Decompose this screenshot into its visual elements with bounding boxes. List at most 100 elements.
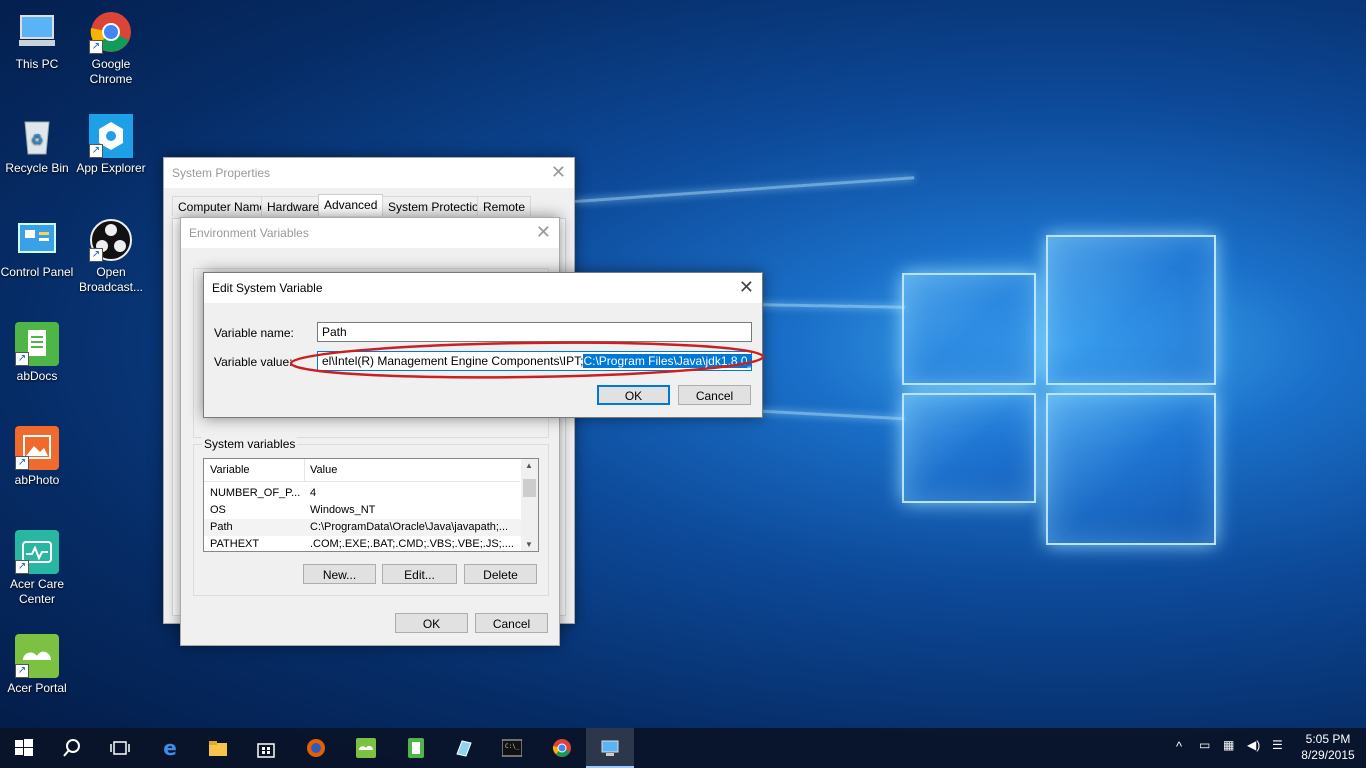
acer-portal-task-icon [356,738,376,758]
start-button[interactable] [0,728,48,768]
computer-icon [15,10,59,54]
store-taskbar-button[interactable] [242,728,290,768]
desktop-icon-obs[interactable]: ↗ Open Broadcast... [74,218,148,295]
search-icon [63,739,80,757]
svg-text:♻: ♻ [31,132,44,148]
scrollbar[interactable]: ▲ ▼ [521,459,538,551]
desktop-icon-acer-portal[interactable]: ↗ Acer Portal [0,634,74,696]
delete-button[interactable]: Delete [464,564,537,584]
file-explorer-taskbar-button[interactable] [194,728,242,768]
cell-value: Windows_NT [310,504,376,516]
window-title: Edit System Variable [212,281,323,295]
chrome-icon: ↗ [89,10,133,54]
desktop-icon-acer-care-center[interactable]: ↗ Acer Care Center [0,530,74,607]
firefox-taskbar-button[interactable] [292,728,340,768]
abdocs-task-icon [408,738,424,758]
tab-hardware[interactable]: Hardware [261,196,326,216]
tab-advanced[interactable]: Advanced [318,194,384,216]
chrome-taskbar-button[interactable] [538,728,586,768]
shortcut-arrow-icon: ↗ [89,144,103,158]
acer-portal-taskbar-button[interactable] [342,728,390,768]
desktop-icon-label: Recycle Bin [5,161,69,175]
table-row[interactable]: PATHEXT .COM;.EXE;.BAT;.CMD;.VBS;.VBE;.J… [204,536,524,551]
desktop-icon-label: App Explorer [76,161,146,175]
search-button[interactable] [48,728,96,768]
desktop-icon-label: abPhoto [14,473,60,487]
cell-value: C:\ProgramData\Oracle\Java\javapath;... [310,521,509,533]
action-center-icon[interactable]: ☰ [1272,738,1283,752]
tab-remote[interactable]: Remote [477,196,532,216]
variable-name-field[interactable]: Path [317,322,752,342]
cmd-taskbar-button[interactable]: C:\_ [488,728,536,768]
logo-pane [1046,393,1216,545]
close-icon[interactable]: ✕ [536,222,551,242]
tab-system-protection[interactable]: System Protection [382,196,492,216]
table-row-selected[interactable]: Path C:\ProgramData\Oracle\Java\javapath… [204,519,524,536]
close-icon[interactable]: ✕ [551,162,566,182]
acer-portal-icon: ↗ [15,634,59,678]
logo-pane [902,393,1036,503]
desktop-icon-label: abDocs [16,369,58,383]
clock-time[interactable]: 5:05 PM [1300,732,1356,746]
taskbar: e C:\_ ^ ▭ ▦ ◀) ☰ 5:05 PM 8/29/2015 [0,728,1366,768]
ok-button[interactable]: OK [597,385,670,405]
scroll-up-icon[interactable]: ▲ [525,461,533,470]
cell-value: 4 [310,487,317,499]
cmd-icon: C:\_ [502,739,522,757]
edge-taskbar-button[interactable]: e [146,728,194,768]
shortcut-arrow-icon: ↗ [89,248,103,262]
column-header-variable[interactable]: Variable [210,464,250,476]
desktop-icon-chrome[interactable]: ↗ Google Chrome [74,10,148,87]
shortcut-arrow-icon: ↗ [15,456,29,470]
scroll-down-icon[interactable]: ▼ [525,540,533,549]
svg-text:e: e [163,738,177,758]
file-explorer-icon [209,741,227,756]
tab-strip: Computer Name Hardware Advanced System P… [172,194,566,218]
desktop-icon-this-pc[interactable]: This PC [0,10,74,72]
acer-care-icon: ↗ [15,530,59,574]
annotation-ellipse [289,341,765,379]
obs-icon: ↗ [89,218,133,262]
start-icon [15,739,33,756]
system-variables-list[interactable]: Variable Value NUMBER_OF_P... 4 OS Windo… [203,458,539,552]
table-row[interactable]: OS Windows_NT [204,502,524,519]
system-properties-taskbar-button[interactable] [586,728,634,768]
volume-icon[interactable]: ◀) [1247,738,1260,752]
edit-button[interactable]: Edit... [382,564,457,584]
desktop-icon-abdocs[interactable]: ↗ abDocs [0,322,74,384]
app-taskbar-button[interactable] [440,728,488,768]
scrollbar-thumb[interactable] [523,479,536,497]
tab-computer-name[interactable]: Computer Name [172,196,273,216]
desktop-icon-recycle-bin[interactable]: ♻ Recycle Bin [0,114,74,176]
ok-button[interactable]: OK [395,613,468,633]
desktop-icon-label: Control Panel [0,265,74,279]
cancel-button[interactable]: Cancel [475,613,548,633]
column-header-value[interactable]: Value [310,464,337,476]
store-icon [257,743,275,758]
close-icon[interactable]: ✕ [739,277,754,297]
list-header: Variable Value [204,459,520,482]
desktop-icon-control-panel[interactable]: Control Panel [0,218,74,280]
app-task-icon [456,740,472,757]
task-view-icon [110,741,130,755]
clock-date[interactable]: 8/29/2015 [1298,748,1358,762]
desktop-icon-app-explorer[interactable]: ↗ App Explorer [74,114,148,176]
cancel-button[interactable]: Cancel [678,385,751,405]
desktop-icon-label: Google Chrome [89,57,133,86]
abdocs-taskbar-button[interactable] [392,728,440,768]
network-icon[interactable]: ▦ [1223,738,1234,752]
variable-name-label: Variable name: [214,326,294,340]
battery-icon[interactable]: ▭ [1199,738,1210,752]
show-hidden-icons-icon[interactable]: ^ [1176,739,1182,754]
abdocs-icon: ↗ [15,322,59,366]
logo-pane [902,273,1036,385]
title-bar: System Properties ✕ [164,158,574,188]
desktop-icon-label: Acer Care Center [9,577,65,606]
abphoto-icon: ↗ [15,426,59,470]
cell-variable: NUMBER_OF_P... [210,487,300,499]
recycle-bin-icon: ♻ [15,114,59,158]
table-row[interactable]: NUMBER_OF_P... 4 [204,485,524,502]
task-view-button[interactable] [96,728,144,768]
new-button[interactable]: New... [303,564,376,584]
desktop-icon-abphoto[interactable]: ↗ abPhoto [0,426,74,488]
